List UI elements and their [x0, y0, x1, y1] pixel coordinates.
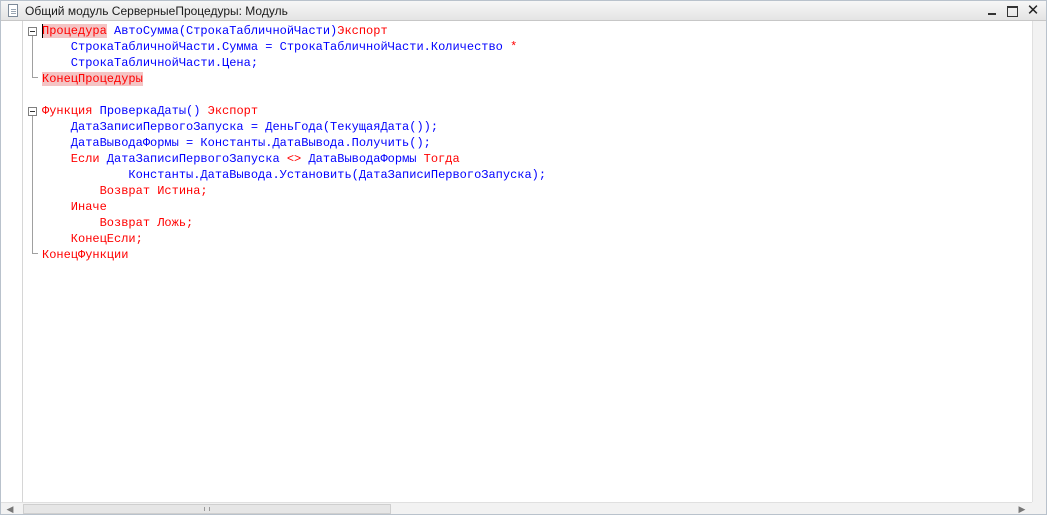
keyword: КонецЕсли; — [42, 232, 143, 246]
keyword: Экспорт — [207, 104, 259, 118]
minimize-button[interactable] — [983, 2, 1001, 19]
minimize-icon — [988, 13, 996, 15]
code-line: Процедура АвтоСумма(СтрокаТабличнойЧасти… — [42, 23, 546, 39]
code-line: Функция ПроверкаДаты() Экспорт — [42, 103, 546, 119]
code-line: Возврат Ложь; — [42, 215, 546, 231]
identifier: СтрокаТабличнойЧасти.Сумма = СтрокаТабли… — [42, 40, 511, 54]
fold-collapse-icon[interactable] — [28, 27, 37, 36]
identifier: ДатаВыводаФормы = Константы.ДатаВывода.П… — [42, 136, 431, 150]
keyword: Экспорт — [337, 24, 388, 38]
code-line: КонецЕсли; — [42, 231, 546, 247]
keyword: Иначе — [42, 200, 107, 214]
code-line: СтрокаТабличнойЧасти.Цена; — [42, 55, 546, 71]
editor-gutter — [1, 21, 23, 502]
code-line: ДатаВыводаФормы = Константы.ДатаВывода.П… — [42, 135, 546, 151]
fold-line — [32, 36, 33, 74]
code-text[interactable]: Процедура АвтоСумма(СтрокаТабличнойЧасти… — [42, 23, 546, 263]
code-line: СтрокаТабличнойЧасти.Сумма = СтрокаТабли… — [42, 39, 546, 55]
scrollbar-thumb[interactable] — [23, 504, 391, 514]
code-editor[interactable]: Процедура АвтоСумма(СтрокаТабличнойЧасти… — [1, 21, 1032, 502]
maximize-icon — [1006, 6, 1018, 17]
code-line: Если ДатаЗаписиПервогоЗапуска <> ДатаВыв… — [42, 151, 546, 167]
keyword: КонецПроцедуры — [42, 72, 143, 86]
code-line: КонецПроцедуры — [42, 71, 546, 87]
identifier: ПроверкаДаты() — [92, 104, 208, 118]
keyword: Процедура — [42, 24, 107, 38]
size-grip — [1032, 502, 1046, 514]
scroll-left-icon[interactable]: ◀ — [3, 503, 17, 514]
code-line: Возврат Истина; — [42, 183, 546, 199]
code-line: КонецФункции — [42, 247, 546, 263]
keyword: КонецФункции — [42, 248, 129, 262]
identifier: ДатаВыводаФормы — [301, 152, 424, 166]
window-title: Общий модуль СерверныеПроцедуры: Модуль — [25, 4, 288, 18]
code-line: ДатаЗаписиПервогоЗапуска = ДеньГода(Теку… — [42, 119, 546, 135]
fold-collapse-icon[interactable] — [28, 107, 37, 116]
code-line: Константы.ДатаВывода.Установить(ДатаЗапи… — [42, 167, 546, 183]
horizontal-scrollbar[interactable]: ◀ ▶ — [1, 502, 1032, 514]
operator: * — [510, 40, 518, 54]
scroll-right-icon[interactable]: ▶ — [1015, 503, 1029, 514]
identifier: СтрокаТабличнойЧасти.Цена; — [42, 56, 259, 70]
identifier: Константы.ДатаВывода.Установить(ДатаЗапи… — [42, 168, 547, 182]
vertical-scrollbar[interactable] — [1032, 21, 1046, 502]
close-button[interactable]: ✕ — [1024, 2, 1042, 19]
keyword: Возврат Ложь; — [42, 216, 194, 230]
keyword: Возврат Истина; — [42, 184, 208, 198]
identifier: ДатаЗаписиПервогоЗапуска — [99, 152, 287, 166]
keyword: Тогда — [423, 152, 460, 166]
identifier: ДатаЗаписиПервогоЗапуска = ДеньГода(Теку… — [42, 120, 439, 134]
fold-line — [32, 116, 33, 250]
fold-end-marker — [32, 248, 38, 254]
title-bar[interactable]: Общий модуль СерверныеПроцедуры: Модуль … — [1, 1, 1046, 21]
close-icon: ✕ — [1026, 2, 1040, 19]
fold-end-marker — [32, 72, 38, 78]
keyword: Функция — [42, 104, 93, 118]
module-window: Общий модуль СерверныеПроцедуры: Модуль … — [0, 0, 1047, 515]
operator: <> — [286, 152, 302, 166]
maximize-button[interactable] — [1003, 2, 1021, 19]
code-line: Иначе — [42, 199, 546, 215]
text-caret — [42, 24, 43, 38]
keyword: Если — [42, 152, 100, 166]
document-icon — [8, 4, 18, 17]
identifier: АвтоСумма(СтрокаТабличнойЧасти) — [106, 24, 338, 38]
